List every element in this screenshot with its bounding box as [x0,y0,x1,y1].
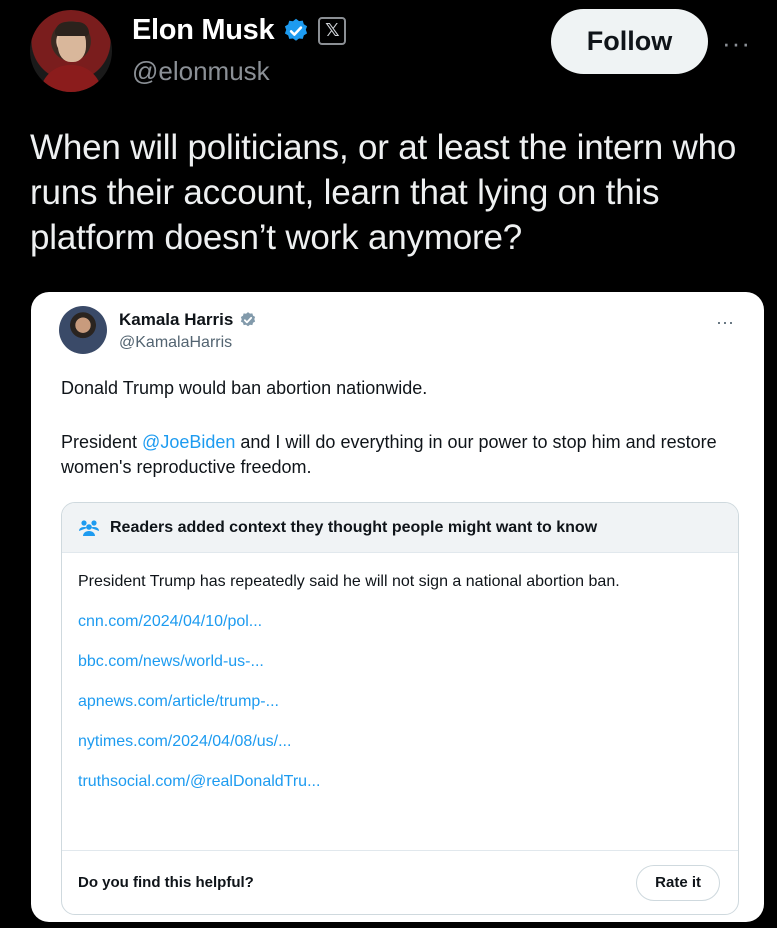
community-note-body: President Trump has repeatedly said he w… [62,553,738,791]
follow-button[interactable]: Follow [551,9,708,74]
mention-link: @JoeBiden [142,432,236,452]
avatar-hair-shape [55,22,89,36]
quoted-text-line2: President @JoeBiden and I will do everyt… [61,430,721,480]
quoted-more-icon: ··· [716,312,734,332]
quoted-text-prefix: President [61,432,143,452]
helpful-question: Do you find this helpful? [78,874,254,891]
source-link: cnn.com/2024/04/10/pol... [78,613,263,630]
community-note-title: Readers added context they thought peopl… [110,518,598,536]
quoted-author-name-row: Kamala Harris [119,310,257,330]
people-icon [79,519,99,536]
more-options-icon[interactable]: ··· [722,28,751,59]
avatar-body-shape [40,65,102,92]
quoted-author-name: Kamala Harris [119,310,234,329]
rate-it-button: Rate it [636,864,720,901]
quoted-text-line1: Donald Trump would ban abortion nationwi… [61,378,428,398]
author-name-row: Elon Musk 𝕏 [132,14,347,47]
source-link: bbc.com/news/world-us-... [78,653,264,670]
source-link: apnews.com/article/trump-... [78,693,279,710]
tweet-text: When will politicians, or at least the i… [30,128,737,257]
x-logo-icon[interactable]: 𝕏 [318,16,347,45]
source-link: nytimes.com/2024/04/08/us/... [78,733,292,750]
author-avatar[interactable] [30,10,112,92]
community-note-footer: Do you find this helpful? Rate it [62,850,738,914]
quoted-tweet-image[interactable]: Kamala Harris @KamalaHarris ··· Donald T… [31,292,764,922]
community-note-header: Readers added context they thought peopl… [62,503,738,553]
quoted-author-handle: @KamalaHarris [119,334,233,351]
author-name[interactable]: Elon Musk [132,14,275,47]
quoted-author-avatar [59,306,107,354]
gray-verified-badge-icon [241,312,256,327]
verified-badge-icon[interactable] [282,17,310,45]
community-note: Readers added context they thought peopl… [61,502,739,915]
source-link: truthsocial.com/@realDonaldTru... [78,773,321,790]
author-handle[interactable]: @elonmusk [132,56,270,87]
community-note-text: President Trump has repeatedly said he w… [78,573,620,590]
